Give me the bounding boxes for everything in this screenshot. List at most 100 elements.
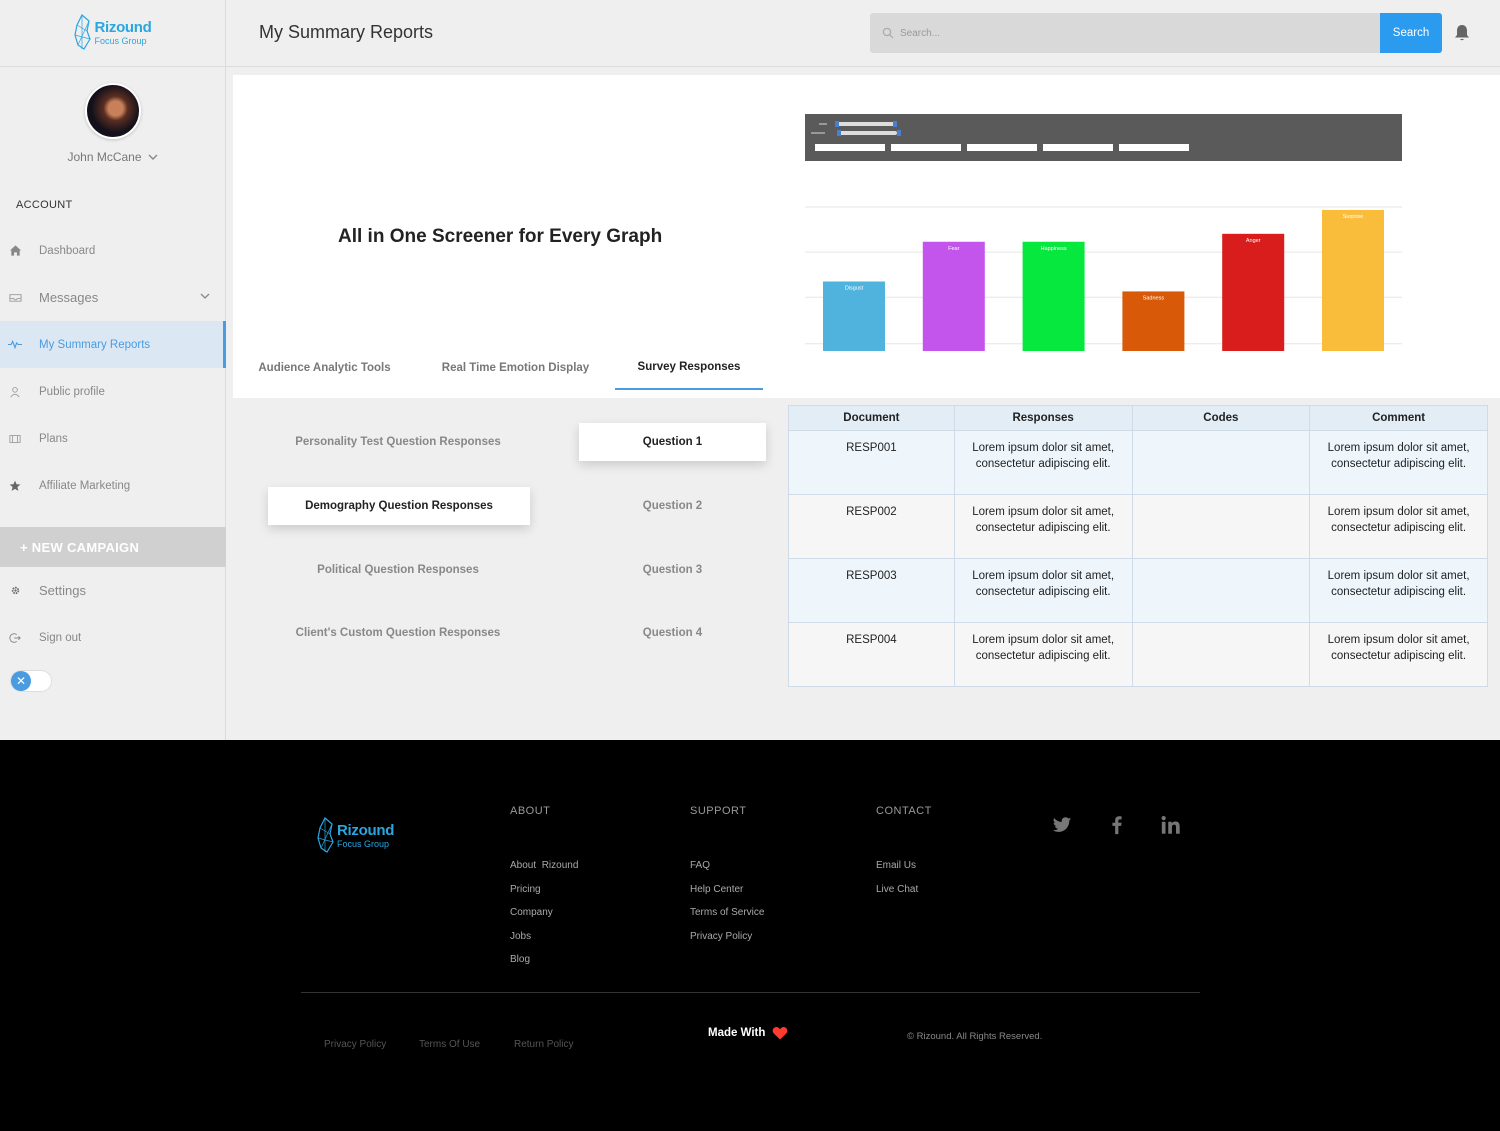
sidebar-item-settings[interactable]: Settings <box>0 567 226 614</box>
search-button[interactable]: Search <box>1380 13 1442 53</box>
footer: Rizound Focus Group ABOUT About Rizound … <box>0 740 1500 1131</box>
cell-document: RESP004 <box>788 622 955 687</box>
inbox-icon <box>8 291 22 305</box>
user-icon <box>8 385 22 399</box>
footer-link[interactable]: FAQ <box>690 860 764 871</box>
cell-codes[interactable] <box>1131 558 1311 623</box>
brand-subtitle: Focus Group <box>337 839 390 849</box>
table-row[interactable]: RESP003 Lorem ipsum dolor sit amet, cons… <box>788 558 1488 623</box>
tab-real-time-emotion-display[interactable]: Real Time Emotion Display <box>416 345 615 390</box>
tab-survey-responses[interactable]: Survey Responses <box>615 345 763 390</box>
footer-link[interactable]: Help Center <box>690 884 764 895</box>
column-header-responses: Responses <box>953 405 1133 431</box>
cell-response: Lorem ipsum dolor sit amet, consectetur … <box>953 622 1133 687</box>
question-3[interactable]: Question 3 <box>579 551 766 589</box>
sidebar-item-affiliate-marketing[interactable]: Affiliate Marketing <box>0 462 226 509</box>
sidebar-item-label: My Summary Reports <box>39 338 151 351</box>
footer-link[interactable]: Company <box>510 907 578 918</box>
cell-document: RESP003 <box>788 558 955 623</box>
table-row[interactable]: RESP002 Lorem ipsum dolor sit amet, cons… <box>788 494 1488 559</box>
category-demography[interactable]: Demography Question Responses <box>268 487 530 525</box>
cell-codes[interactable] <box>1131 430 1311 495</box>
footer-link[interactable]: About Rizound <box>510 860 578 871</box>
footer-brand-logo[interactable]: Rizound Focus Group <box>316 816 394 856</box>
footer-link[interactable]: Email Us <box>876 860 932 871</box>
screener-title: All in One Screener for Every Graph <box>338 226 663 247</box>
income-range-slider[interactable] <box>811 130 901 136</box>
pulse-icon <box>8 338 22 352</box>
cell-comment: Lorem ipsum dolor sit amet, consectetur … <box>1309 494 1488 559</box>
sidebar-item-label: Dashboard <box>39 244 96 257</box>
footer-link[interactable]: Pricing <box>510 884 578 895</box>
chart-bar-surprise[interactable] <box>1322 209 1384 351</box>
heart-icon <box>773 1027 788 1040</box>
footer-link[interactable]: Blog <box>510 954 578 965</box>
sidebar-item-public-profile[interactable]: Public profile <box>0 368 226 415</box>
footer-return-policy-link[interactable]: Return Policy <box>514 1039 573 1050</box>
copyright: © Rizound. All Rights Reserved. <box>907 1031 1043 1042</box>
chart-bar-anger[interactable] <box>1222 233 1285 351</box>
question-4[interactable]: Question 4 <box>579 614 766 652</box>
footer-terms-of-use-link[interactable]: Terms Of Use <box>419 1039 480 1050</box>
sidebar-item-label: Settings <box>39 583 86 598</box>
sidebar-nav: Dashboard Messages My Summary Reports Pu… <box>0 227 226 509</box>
search-icon <box>882 27 894 39</box>
footer-privacy-policy-link[interactable]: Privacy Policy <box>324 1039 386 1050</box>
chart-bar-label: Fear <box>948 246 959 252</box>
footer-link[interactable]: Privacy Policy <box>690 931 764 942</box>
footer-link[interactable]: Terms of Service <box>690 907 764 918</box>
sidebar-item-dashboard[interactable]: Dashboard <box>0 227 226 274</box>
cell-codes[interactable] <box>1131 494 1311 559</box>
tab-audience-analytic-tools[interactable]: Audience Analytic Tools <box>233 345 416 390</box>
category-political[interactable]: Political Question Responses <box>266 551 530 589</box>
sidebar-item-label: Affiliate Marketing <box>39 479 131 492</box>
question-1[interactable]: Question 1 <box>579 423 766 461</box>
category-personality-test[interactable]: Personality Test Question Responses <box>266 423 530 461</box>
filter-dropdowns[interactable] <box>815 144 1189 151</box>
brand-name: Rizound <box>337 822 395 839</box>
user-profile: John McCane <box>0 67 225 242</box>
search-input[interactable] <box>870 13 1380 53</box>
sidebar-item-messages[interactable]: Messages <box>0 274 226 321</box>
facebook-icon[interactable] <box>1106 814 1128 836</box>
footer-about-title: ABOUT <box>510 805 551 817</box>
column-header-document: Document <box>788 405 955 431</box>
emotion-chart-svg: Disgust Fear Happiness Sadness Anger Surprise <box>805 206 1402 351</box>
sidebar-item-sign-out[interactable]: Sign out <box>0 614 226 661</box>
sidebar-item-label: Messages <box>39 290 99 305</box>
sidebar-item-label: Sign out <box>39 631 82 644</box>
page-title: My Summary Reports <box>259 22 434 42</box>
star-icon <box>8 479 22 493</box>
footer-support-title: SUPPORT <box>690 805 747 817</box>
cell-response: Lorem ipsum dolor sit amet, consectetur … <box>953 430 1133 495</box>
survey-response-table: Document Responses Codes Comment RESP001… <box>788 405 1488 687</box>
sidebar-item-plans[interactable]: Plans <box>0 415 226 462</box>
category-clients-custom[interactable]: Client's Custom Question Responses <box>266 614 530 652</box>
age-range-slider[interactable] <box>819 121 897 127</box>
footer-contact-title: CONTACT <box>876 805 932 817</box>
brain-logo-icon <box>74 14 92 50</box>
chart-bar-disgust[interactable] <box>823 281 885 351</box>
footer-link[interactable]: Live Chat <box>876 884 932 895</box>
made-with-love: Made With <box>708 1026 788 1040</box>
column-header-codes: Codes <box>1131 405 1311 431</box>
brand-logo[interactable]: Rizound Focus Group <box>73 13 152 53</box>
cell-codes[interactable] <box>1131 622 1311 687</box>
table-row[interactable]: RESP004 Lorem ipsum dolor sit amet, cons… <box>788 622 1488 687</box>
footer-contact-column: CONTACT Email Us Live Chat <box>876 805 932 907</box>
analytics-tabs: Audience Analytic Tools Real Time Emotio… <box>233 345 763 390</box>
avatar[interactable] <box>84 83 141 139</box>
user-menu[interactable]: John McCane <box>67 150 158 164</box>
new-campaign-button[interactable]: + NEW CAMPAIGN <box>0 527 226 567</box>
sidebar-item-my-summary-reports[interactable]: My Summary Reports <box>0 321 226 368</box>
chart-bar-fear[interactable] <box>922 241 985 351</box>
cell-response: Lorem ipsum dolor sit amet, consectetur … <box>953 494 1133 559</box>
footer-link[interactable]: Jobs <box>510 931 578 942</box>
table-row[interactable]: RESP001 Lorem ipsum dolor sit amet, cons… <box>788 430 1488 495</box>
linkedin-icon[interactable] <box>1160 814 1182 836</box>
chart-bar-happiness[interactable] <box>1022 241 1085 351</box>
twitter-icon[interactable] <box>1051 814 1073 836</box>
bell-icon[interactable] <box>1454 24 1470 42</box>
question-2[interactable]: Question 2 <box>579 487 766 525</box>
theme-toggle[interactable]: ✕ <box>10 670 52 692</box>
